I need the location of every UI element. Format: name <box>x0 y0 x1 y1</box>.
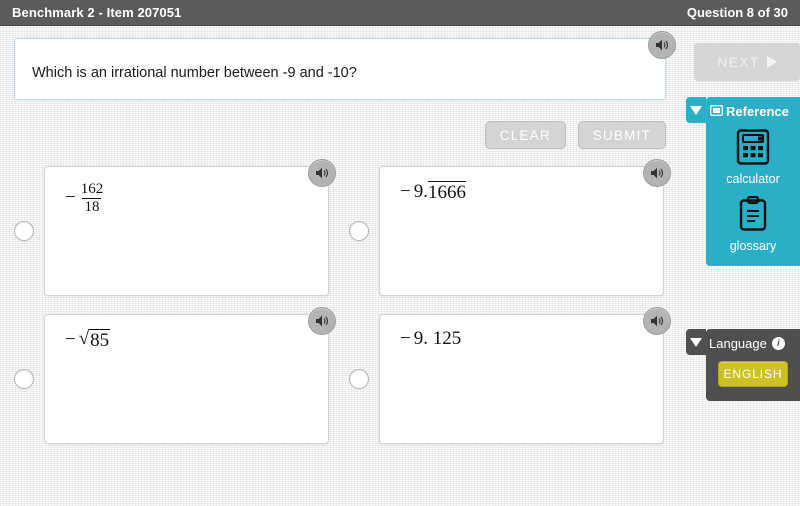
speaker-icon[interactable] <box>308 159 336 187</box>
reference-tool-calculator[interactable]: calculator <box>706 129 800 186</box>
minus-sign: − <box>65 186 76 208</box>
next-button-label: NEXT <box>717 54 760 70</box>
answer-option-a[interactable]: − 162 18 <box>14 159 336 296</box>
speaker-icon[interactable] <box>648 31 676 59</box>
question-counter: Question 8 of 30 <box>686 5 788 20</box>
submit-button[interactable]: SUBMIT <box>577 121 666 149</box>
decimal-whole-part: 9. <box>413 181 428 202</box>
decimal-value: 9. 125 <box>413 328 462 349</box>
fraction-numerator: 162 <box>80 181 104 197</box>
info-icon[interactable]: i <box>771 337 785 350</box>
radio-option-b[interactable] <box>349 221 369 241</box>
radical-sign: √ <box>78 328 90 349</box>
square-root: √ 85 <box>78 328 111 352</box>
question-stem: Which is an irrational number between -9… <box>14 31 676 100</box>
language-panel-title: Language <box>709 336 767 351</box>
radio-option-a[interactable] <box>14 221 34 241</box>
fraction: 162 18 <box>79 181 106 216</box>
next-button[interactable]: NEXT <box>694 43 800 81</box>
answer-option-d[interactable]: − 9. 125 <box>349 307 671 444</box>
answer-option-a-value: − 162 18 <box>65 181 105 216</box>
question-stem-text: Which is an irrational number between -9… <box>32 65 357 81</box>
answer-option-b[interactable]: − 9. 1666 <box>349 159 671 296</box>
answer-actions: CLEAR SUBMIT <box>0 121 666 149</box>
speaker-icon[interactable] <box>643 159 671 187</box>
fraction-denominator: 18 <box>82 197 102 215</box>
radicand: 85 <box>89 329 111 351</box>
speaker-icon[interactable] <box>643 307 671 335</box>
caret-down-icon <box>690 337 702 347</box>
minus-sign: − <box>400 181 411 202</box>
answer-option-b-card[interactable]: − 9. 1666 <box>379 159 671 296</box>
answer-option-b-value: − 9. 1666 <box>400 181 466 204</box>
radio-option-c[interactable] <box>14 369 34 389</box>
app-header: Benchmark 2 - Item 207051 Question 8 of … <box>0 0 800 26</box>
clear-button[interactable]: CLEAR <box>484 121 566 149</box>
reference-tool-glossary-label: glossary <box>729 239 777 253</box>
reference-panel-header: Reference <box>706 104 800 119</box>
calculator-icon <box>736 129 770 170</box>
answer-option-c[interactable]: − √ 85 <box>14 307 336 444</box>
speaker-icon[interactable] <box>308 307 336 335</box>
reference-panel-title: Reference <box>726 104 789 119</box>
language-collapse-tab[interactable] <box>686 329 706 355</box>
answer-options-row-1: − 162 18 − 9. 1666 <box>14 159 674 296</box>
language-panel-header: Language i <box>706 336 800 351</box>
question-stage: Which is an irrational number between -9… <box>0 26 686 506</box>
right-toolbar: NEXT Reference calculator glossary Langu… <box>686 26 800 506</box>
minus-sign: − <box>400 328 411 349</box>
reference-card-icon <box>710 104 723 119</box>
answer-options: − 162 18 − 9. 1666 − √ 85 − 9. 125 <box>14 159 674 462</box>
language-select-button[interactable]: ENGLISH <box>718 361 788 387</box>
answer-option-d-value: − 9. 125 <box>400 328 462 350</box>
language-panel: Language i ENGLISH <box>706 329 800 401</box>
page-title: Benchmark 2 - Item 207051 <box>12 5 182 20</box>
minus-sign: − <box>65 329 76 350</box>
answer-option-a-card[interactable]: − 162 18 <box>44 159 336 296</box>
play-triangle-icon <box>766 56 777 68</box>
reference-tool-calculator-label: calculator <box>726 172 780 186</box>
repeating-digits: 1666 <box>427 181 466 203</box>
reference-collapse-tab[interactable] <box>686 97 706 123</box>
answer-option-c-value: − √ 85 <box>65 328 111 352</box>
reference-panel: Reference calculator glossary <box>706 97 800 266</box>
radio-option-d[interactable] <box>349 369 369 389</box>
answer-option-d-card[interactable]: − 9. 125 <box>379 307 671 444</box>
clipboard-icon <box>738 195 768 237</box>
answer-options-row-2: − √ 85 − 9. 125 <box>14 307 674 444</box>
reference-tool-glossary[interactable]: glossary <box>706 195 800 253</box>
caret-down-icon <box>690 105 702 115</box>
answer-option-c-card[interactable]: − √ 85 <box>44 307 336 444</box>
